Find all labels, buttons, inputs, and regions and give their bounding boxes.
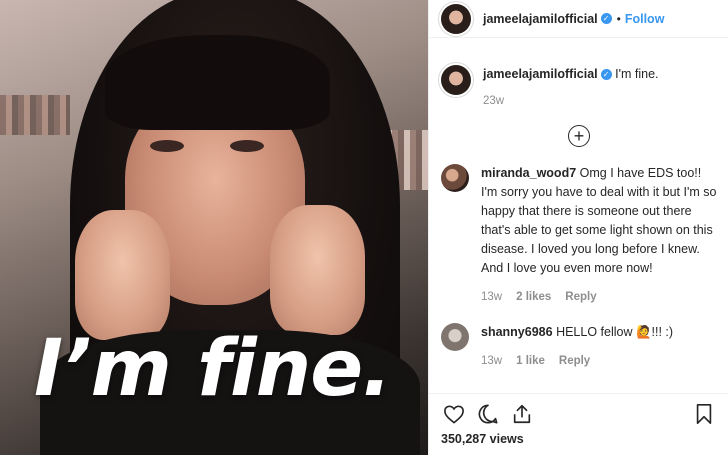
comment-username[interactable]: shanny6986 <box>481 325 553 339</box>
post-caption: jameelajamilofficial ✓ I'm fine. 23w <box>429 65 728 111</box>
verified-badge-icon: ✓ <box>600 69 612 81</box>
comment-username[interactable]: miranda_wood7 <box>481 166 576 180</box>
author-avatar[interactable] <box>441 65 471 95</box>
photo-subject-hand <box>270 205 365 335</box>
post-header: jameelajamilofficial ✓ • Follow <box>429 0 728 38</box>
comments-list[interactable]: jameelajamilofficial ✓ I'm fine. 23w + mi… <box>429 38 728 393</box>
separator-dot: • <box>616 11 621 26</box>
post-media[interactable]: I’m fine. <box>0 0 428 455</box>
caption-text: I'm fine. <box>615 67 659 81</box>
comment-likes[interactable]: 1 like <box>516 352 545 371</box>
caption-age[interactable]: 23w <box>483 92 504 111</box>
comment-age[interactable]: 13w <box>481 288 502 307</box>
share-icon[interactable] <box>509 401 535 427</box>
caption-username[interactable]: jameelajamilofficial <box>483 67 598 81</box>
background-shelf <box>0 95 70 135</box>
comment-text: HELLO fellow 🙋!!! :) <box>556 325 674 339</box>
verified-badge-icon: ✓ <box>600 13 612 24</box>
post-actions: 350,287 views <box>429 393 728 446</box>
view-count[interactable]: 350,287 views <box>441 432 717 446</box>
photo-subject-eye <box>150 140 184 152</box>
comment-text: Omg I have EDS too!! I'm sorry you have … <box>481 166 717 275</box>
photo-subject-eye <box>230 140 264 152</box>
comment-icon[interactable] <box>475 401 501 427</box>
commenter-avatar[interactable] <box>441 323 469 351</box>
comment-item: shanny6986 HELLO fellow 🙋!!! :) 13w 1 li… <box>429 323 728 371</box>
commenter-avatar[interactable] <box>441 164 469 192</box>
comment-likes[interactable]: 2 likes <box>516 288 551 307</box>
follow-button[interactable]: Follow <box>625 12 665 26</box>
bookmark-icon[interactable] <box>691 401 717 427</box>
reply-button[interactable]: Reply <box>559 352 590 371</box>
comment-age[interactable]: 13w <box>481 352 502 371</box>
photo-subject-bangs <box>105 35 330 130</box>
plus-circle-icon[interactable]: + <box>568 125 590 147</box>
author-avatar[interactable] <box>441 3 471 34</box>
author-username[interactable]: jameelajamilofficial <box>483 12 598 26</box>
load-more-comments[interactable]: + <box>429 125 728 147</box>
media-caption-overlay: I’m fine. <box>34 324 392 414</box>
heart-icon[interactable] <box>441 401 467 427</box>
reply-button[interactable]: Reply <box>565 288 596 307</box>
photo-subject-hand <box>75 210 170 340</box>
post-side-panel: jameelajamilofficial ✓ • Follow jameelaj… <box>428 0 728 455</box>
comment-item: miranda_wood7 Omg I have EDS too!! I'm s… <box>429 164 728 307</box>
